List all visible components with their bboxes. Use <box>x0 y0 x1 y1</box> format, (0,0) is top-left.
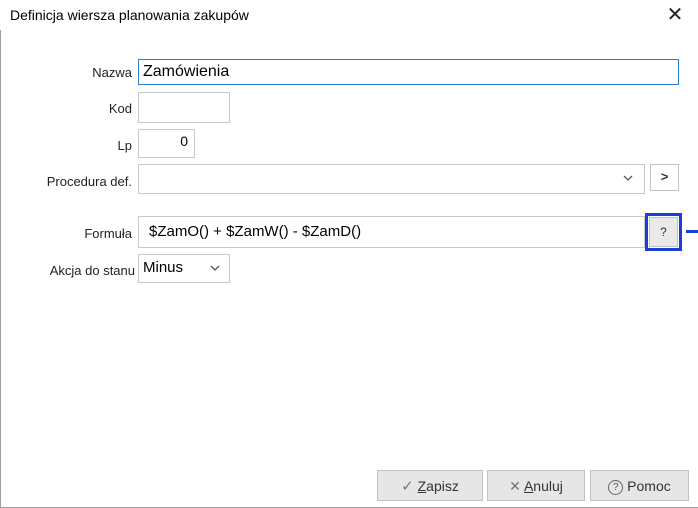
window-border-left <box>0 30 1 508</box>
check-icon: ✓ <box>401 478 414 495</box>
kod-label: Kod <box>108 101 132 116</box>
chevron-down-icon <box>209 262 221 277</box>
lp-input[interactable]: 0 <box>138 129 195 158</box>
anuluj-button[interactable]: ✕ Anuluj <box>487 470 585 501</box>
zapisz-label: apisz <box>426 478 459 494</box>
akcja-select[interactable]: Minus <box>138 254 230 283</box>
formula-value: $ZamO() + $ZamW() - $ZamD() <box>149 223 362 240</box>
pomoc-label: Pomoc <box>627 478 671 494</box>
close-icon: ✕ <box>509 478 521 494</box>
window-title: Definicja wiersza planowania zakupów <box>10 7 249 23</box>
lp-value: 0 <box>180 133 188 149</box>
nazwa-value: Zamówienia <box>143 63 230 80</box>
dialog-window: Definicja wiersza planowania zakupów ✕ N… <box>0 0 698 508</box>
close-icon[interactable]: ✕ <box>652 0 698 30</box>
nazwa-input[interactable]: Zamówienia <box>138 59 679 85</box>
formula-input[interactable]: $ZamO() + $ZamW() - $ZamD() <box>138 216 645 248</box>
nazwa-label: Nazwa <box>92 65 132 80</box>
akcja-value: Minus <box>143 259 184 276</box>
anuluj-label: nuluj <box>533 478 563 494</box>
pomoc-button[interactable]: ? Pomoc <box>590 470 689 501</box>
akcja-label: Akcja do stanu <box>49 263 135 278</box>
anuluj-mnemonic: A <box>523 478 534 494</box>
title-bar: Definicja wiersza planowania zakupów ✕ <box>0 0 698 31</box>
zapisz-button[interactable]: ✓ Zapisz <box>377 470 483 501</box>
procedura-label: Procedura def. <box>46 174 132 189</box>
kod-input[interactable] <box>138 92 230 123</box>
zapisz-mnemonic: Z <box>417 478 427 494</box>
lp-label: Lp <box>117 138 132 153</box>
formula-label: Formuła <box>84 226 132 241</box>
highlight-box <box>645 213 682 251</box>
highlight-pointer <box>686 230 698 233</box>
procedura-select[interactable] <box>138 164 645 194</box>
help-circle-icon: ? <box>608 480 624 495</box>
chevron-down-icon <box>622 172 634 187</box>
procedura-go-button[interactable]: > <box>650 164 679 191</box>
